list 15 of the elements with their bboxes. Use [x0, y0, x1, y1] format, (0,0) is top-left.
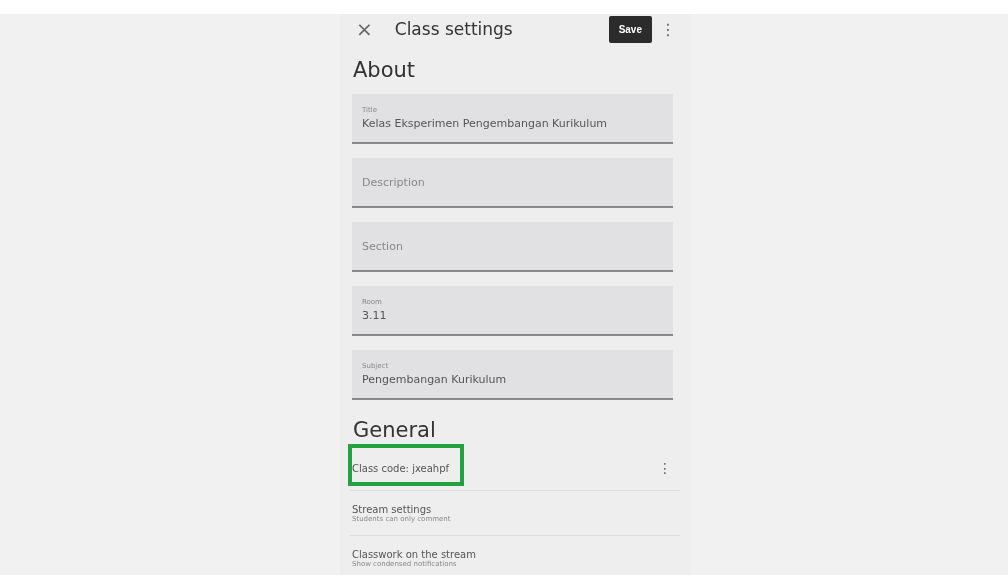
save-button[interactable]: Save [608, 15, 652, 43]
setting-title[interactable]: Stream settings [352, 503, 432, 515]
setting-title[interactable]: Class code: jxeahpf [352, 462, 450, 474]
field-value: Kelas Eksperimen Pengembangan Kurikulum [362, 117, 608, 130]
field-value: Pengembangan Kurikulum [362, 373, 507, 386]
field-placeholder: Section [362, 239, 403, 253]
setting-title[interactable]: Classwork on the stream [352, 548, 476, 560]
more-button[interactable]: ⋮ [656, 19, 680, 39]
more-button[interactable]: ⋮ [654, 460, 676, 476]
field-placeholder: Description [362, 175, 425, 189]
screen-title: Class settings [394, 19, 513, 39]
section-heading: About [353, 58, 417, 82]
close-button[interactable]: × [352, 17, 377, 41]
section-heading: General [353, 418, 437, 442]
field-value: 3.11 [362, 309, 387, 322]
